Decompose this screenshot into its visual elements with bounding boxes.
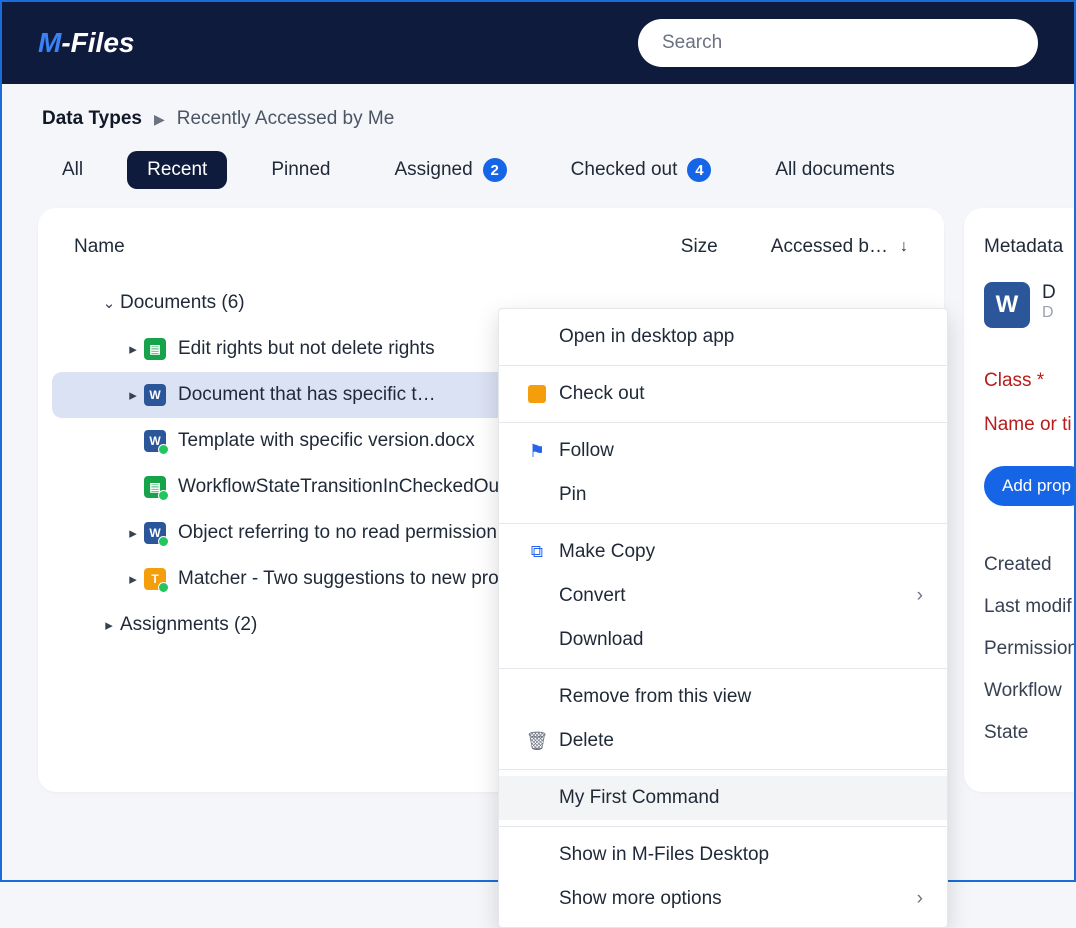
menu-download[interactable]: Download xyxy=(499,618,947,662)
word-icon: W xyxy=(144,384,166,406)
caret-right-icon[interactable]: ▸ xyxy=(122,386,144,404)
menu-make-copy[interactable]: ⧉ Make Copy xyxy=(499,530,947,574)
checkedout-badge: 4 xyxy=(687,158,711,182)
metadata-panel: Metadata W D D Class * Name or ti Add pr… xyxy=(964,208,1074,792)
word-icon: W xyxy=(984,282,1030,328)
modified-label: Last modif xyxy=(984,596,1074,618)
tab-all-documents[interactable]: All documents xyxy=(755,151,914,189)
tab-assigned[interactable]: Assigned 2 xyxy=(375,150,527,190)
caret-right-icon[interactable]: ▸ xyxy=(122,570,144,588)
trash-icon: 🗑 xyxy=(523,731,551,752)
menu-remove[interactable]: Remove from this view xyxy=(499,675,947,719)
chevron-right-icon: › xyxy=(917,585,923,607)
menu-delete[interactable]: 🗑 Delete xyxy=(499,719,947,763)
breadcrumb: Data Types ▶ Recently Accessed by Me xyxy=(2,84,1074,130)
caret-down-icon[interactable]: ⌄ xyxy=(98,294,120,312)
document-icon: ▤ xyxy=(144,338,166,360)
add-property-button[interactable]: Add prop xyxy=(984,466,1074,506)
breadcrumb-leaf: Recently Accessed by Me xyxy=(177,108,395,130)
column-name[interactable]: Name xyxy=(74,236,681,258)
search-input[interactable] xyxy=(638,19,1038,67)
sort-down-icon: ↓ xyxy=(900,238,908,256)
caret-right-icon[interactable]: ▸ xyxy=(122,340,144,358)
state-label: State xyxy=(984,722,1074,744)
permissions-label: Permission xyxy=(984,638,1074,660)
assigned-badge: 2 xyxy=(483,158,507,182)
class-field[interactable]: Class * xyxy=(984,370,1074,392)
menu-check-out[interactable]: Check out xyxy=(499,372,947,416)
menu-show-desktop[interactable]: Show in M-Files Desktop xyxy=(499,833,947,877)
caret-right-icon[interactable]: ▸ xyxy=(98,616,120,634)
tab-recent[interactable]: Recent xyxy=(127,151,227,189)
word-icon: W xyxy=(144,522,166,544)
name-field[interactable]: Name or ti xyxy=(984,414,1074,436)
copy-icon: ⧉ xyxy=(523,542,551,562)
created-label: Created xyxy=(984,554,1074,576)
flag-icon: ⚑ xyxy=(523,441,551,462)
template-icon: T xyxy=(144,568,166,590)
top-bar: M-Files xyxy=(2,2,1074,84)
menu-pin[interactable]: Pin xyxy=(499,473,947,517)
pencil-icon xyxy=(528,385,546,403)
chevron-right-icon: › xyxy=(917,888,923,910)
column-size[interactable]: Size xyxy=(681,236,771,258)
workflow-label: Workflow xyxy=(984,680,1074,702)
word-icon: W xyxy=(144,430,166,452)
tab-all[interactable]: All xyxy=(42,151,103,189)
tab-checked-out[interactable]: Checked out 4 xyxy=(551,150,732,190)
menu-show-more[interactable]: Show more options › xyxy=(499,877,947,921)
menu-follow[interactable]: ⚑ Follow xyxy=(499,429,947,473)
document-icon: ▤ xyxy=(144,476,166,498)
menu-open-desktop[interactable]: Open in desktop app xyxy=(499,315,947,359)
metadata-title: Metadata xyxy=(984,236,1074,258)
menu-convert[interactable]: Convert › xyxy=(499,574,947,618)
context-menu: Open in desktop app Check out ⚑ Follow P… xyxy=(498,308,948,928)
logo: M-Files xyxy=(38,27,134,59)
chevron-right-icon: ▶ xyxy=(154,111,165,128)
list-header: Name Size Accessed b… ↓ xyxy=(38,208,944,280)
breadcrumb-root[interactable]: Data Types xyxy=(42,108,142,130)
tab-pinned[interactable]: Pinned xyxy=(251,151,350,189)
menu-my-first-command[interactable]: My First Command xyxy=(499,776,947,820)
column-accessed[interactable]: Accessed b… ↓ xyxy=(771,236,908,258)
tabs: All Recent Pinned Assigned 2 Checked out… xyxy=(2,130,1074,208)
caret-right-icon[interactable]: ▸ xyxy=(122,524,144,542)
